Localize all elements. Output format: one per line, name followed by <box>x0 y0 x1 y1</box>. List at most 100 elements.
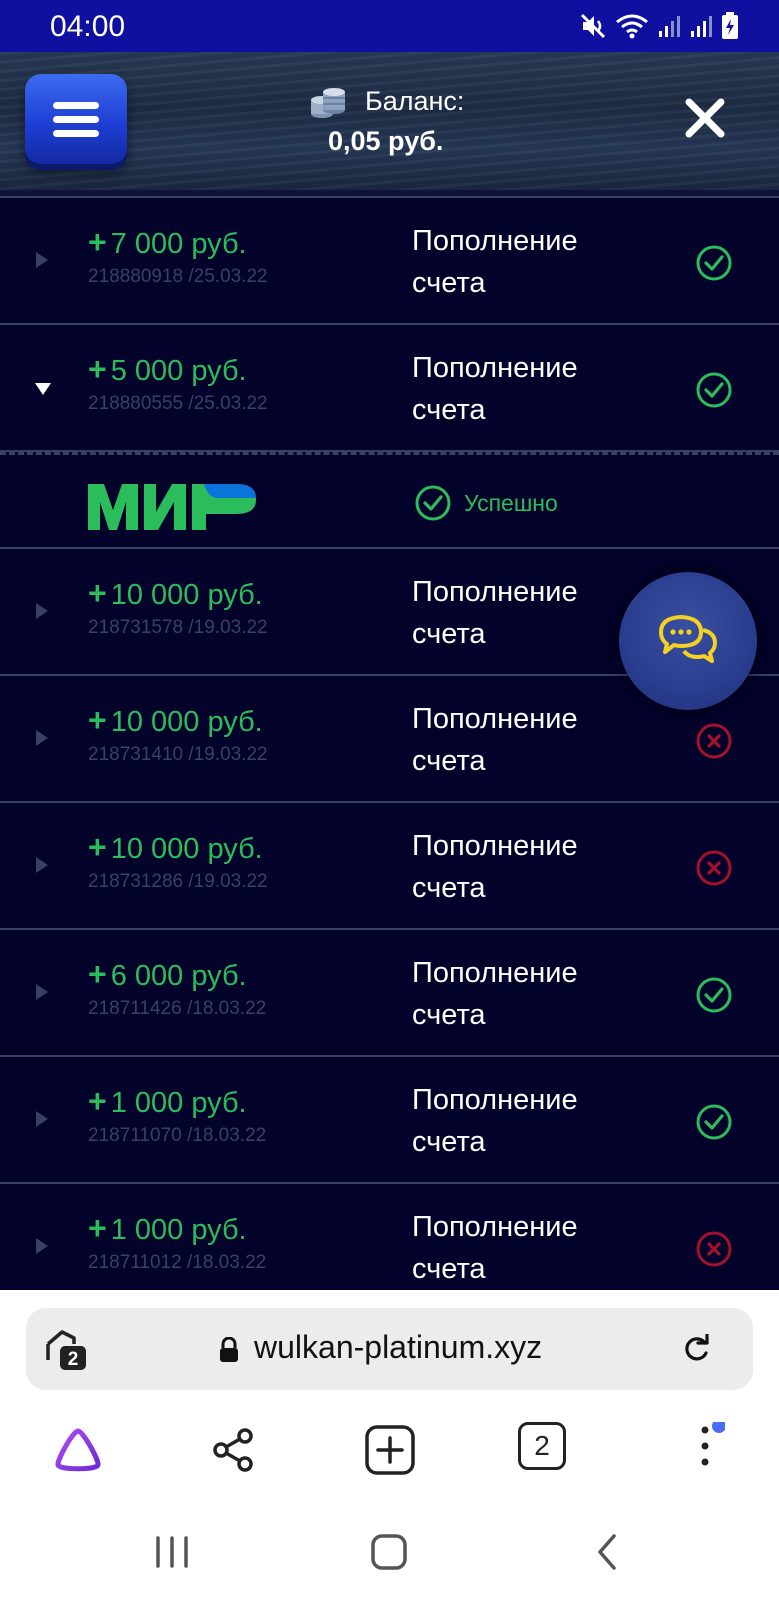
transaction-row[interactable]: +1 000 руб. 218711070 /18.03.22 Пополнение… <box>0 1057 779 1184</box>
tabs-switcher-icon[interactable]: 2 <box>44 1326 90 1372</box>
plus-icon: + <box>88 956 107 992</box>
failed-cross-icon <box>695 1230 733 1268</box>
mir-logo-icon: МИР <box>86 480 256 530</box>
transaction-amount: +5 000 руб. <box>88 351 247 388</box>
plus-icon: + <box>88 575 107 611</box>
more-icon <box>701 1422 725 1466</box>
amount-value: 6 000 руб. <box>110 960 247 992</box>
amount-value: 10 000 руб. <box>110 706 263 738</box>
amount-value: 5 000 руб. <box>110 355 247 387</box>
mir-logo-text: МИР <box>86 480 89 481</box>
share-icon <box>213 1428 253 1472</box>
success-check-icon <box>695 1103 733 1141</box>
system-status-bar: 04:00 <box>0 0 779 52</box>
transaction-amount: +1 000 руб. <box>88 1210 247 1247</box>
transaction-type: Пополнение счета <box>412 576 578 650</box>
success-check-icon <box>695 976 733 1014</box>
more-button[interactable] <box>674 1422 730 1478</box>
amount-value: 10 000 руб. <box>110 833 263 865</box>
transaction-type: Пополнение счета <box>412 703 578 777</box>
address-bar[interactable]: 2 wulkan-platinum.xyz <box>26 1308 753 1390</box>
plus-icon: + <box>88 1210 107 1246</box>
transaction-type: Пополнение счета <box>412 830 578 904</box>
balance-label: Баланс: <box>365 86 465 116</box>
transaction-type: Пополнение счета <box>412 352 578 426</box>
menu-button[interactable] <box>25 74 127 164</box>
transaction-row[interactable]: +5 000 руб. 218880555 /25.03.22 Пополнение… <box>0 325 779 452</box>
transaction-row[interactable]: +10 000 руб. 218731286 /19.03.22 Пополнени… <box>0 803 779 930</box>
browser-chrome: 2 wulkan-platinum.xyz 2 <box>0 1290 779 1600</box>
caret-right-icon[interactable] <box>36 984 48 1000</box>
caret-right-icon[interactable] <box>36 730 48 746</box>
recents-icon[interactable] <box>152 1532 192 1572</box>
browser-toolbar: 2 <box>0 1402 779 1502</box>
caret-right-icon[interactable] <box>36 1111 48 1127</box>
close-icon[interactable] <box>683 96 727 140</box>
amount-value: 7 000 руб. <box>110 228 247 260</box>
signal-1-icon <box>659 16 680 37</box>
transaction-type: Пополнение счета <box>412 957 578 1031</box>
transaction-id-date: 218731410 /19.03.22 <box>88 744 268 765</box>
battery-icon <box>722 12 738 39</box>
transaction-id-date: 218731578 /19.03.22 <box>88 617 268 638</box>
transaction-id-date: 218711012 /18.03.22 <box>88 1252 267 1273</box>
chat-icon <box>659 615 717 663</box>
amount-value: 1 000 руб. <box>110 1087 247 1119</box>
transaction-amount: +10 000 руб. <box>88 829 263 866</box>
status-icons <box>579 10 739 42</box>
wifi-icon <box>616 14 648 39</box>
transaction-amount: +7 000 руб. <box>88 224 247 261</box>
transaction-amount: +6 000 руб. <box>88 956 247 993</box>
transaction-row[interactable]: +1 000 руб. 218711012 /18.03.22 Пополнение… <box>0 1184 779 1290</box>
failed-cross-icon <box>695 722 733 760</box>
caret-down-icon[interactable] <box>35 383 51 395</box>
list-top-divider <box>0 190 779 198</box>
balance-value: 0,05 руб. <box>328 126 444 156</box>
transactions-list[interactable]: +7 000 руб. 218880918 /25.03.22 Пополнение… <box>0 190 779 1290</box>
success-check-icon <box>695 244 733 282</box>
app-header: Баланс: 0,05 руб. <box>0 52 779 190</box>
caret-right-icon[interactable] <box>36 857 48 873</box>
reload-icon[interactable] <box>681 1334 711 1364</box>
status-time: 04:00 <box>50 10 126 43</box>
success-check-icon <box>695 371 733 409</box>
transaction-id-date: 218880918 /25.03.22 <box>88 266 268 287</box>
transaction-amount: +10 000 руб. <box>88 575 263 612</box>
caret-right-icon[interactable] <box>36 252 48 268</box>
home-icon[interactable] <box>369 1532 409 1572</box>
failed-cross-icon <box>695 849 733 887</box>
transaction-id-date: 218880555 /25.03.22 <box>88 393 268 414</box>
back-icon[interactable] <box>588 1532 628 1572</box>
amount-value: 1 000 руб. <box>110 1214 247 1246</box>
plus-icon: + <box>88 702 107 738</box>
transaction-amount: +10 000 руб. <box>88 702 263 739</box>
share-button[interactable] <box>206 1422 262 1478</box>
plus-icon: + <box>88 351 107 387</box>
mute-icon <box>580 13 606 39</box>
transaction-row[interactable]: +7 000 руб. 218880918 /25.03.22 Пополнение… <box>0 198 779 325</box>
new-tab-button[interactable] <box>362 1422 418 1478</box>
dashed-divider <box>0 452 779 455</box>
alice-button[interactable] <box>50 1422 106 1478</box>
signal-2-icon <box>691 16 712 37</box>
transaction-type: Пополнение счета <box>412 1084 578 1158</box>
transaction-type: Пополнение счета <box>412 225 578 299</box>
transaction-detail: МИР Успешно <box>0 452 779 549</box>
plus-icon: + <box>88 224 107 260</box>
notification-dot <box>712 1422 725 1433</box>
chat-button[interactable] <box>619 572 757 710</box>
alice-icon <box>55 1428 101 1472</box>
transaction-row[interactable]: +6 000 руб. 218711426 /18.03.22 Пополнение… <box>0 930 779 1057</box>
detail-status: Успешно <box>414 484 558 522</box>
tabs-button[interactable]: 2 <box>518 1422 574 1478</box>
transaction-id-date: 218731286 /19.03.22 <box>88 871 268 892</box>
caret-right-icon[interactable] <box>36 1238 48 1254</box>
transaction-amount: +1 000 руб. <box>88 1083 247 1120</box>
detail-status-text: Успешно <box>464 489 558 516</box>
transaction-id-date: 218711426 /18.03.22 <box>88 998 267 1019</box>
caret-right-icon[interactable] <box>36 603 48 619</box>
amount-value: 10 000 руб. <box>110 579 263 611</box>
transaction-type: Пополнение счета <box>412 1211 578 1285</box>
success-check-icon <box>415 485 451 521</box>
url-text[interactable]: wulkan-platinum.xyz <box>254 1329 542 1366</box>
